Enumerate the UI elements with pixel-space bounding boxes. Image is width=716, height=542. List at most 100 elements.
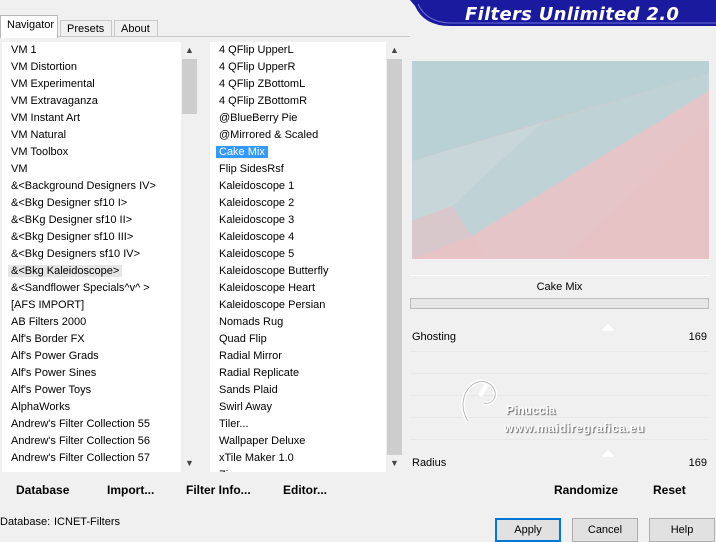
- list-item-label: Kaleidoscope 1: [219, 180, 295, 192]
- list-item-label: Quad Flip: [219, 333, 267, 345]
- tab-about[interactable]: About: [114, 20, 158, 37]
- preview-image[interactable]: [412, 61, 709, 259]
- list-item[interactable]: @BlueBerry Pie: [210, 110, 386, 127]
- list-item[interactable]: Nomads Rug: [210, 314, 386, 331]
- list-item[interactable]: Andrew's Filter Collection 56: [2, 433, 181, 450]
- scroll-down-icon[interactable]: ▼: [181, 455, 198, 472]
- list-item[interactable]: @Mirrored & Scaled: [210, 127, 386, 144]
- list-item[interactable]: VM Instant Art: [2, 110, 181, 127]
- list-item[interactable]: VM Natural: [2, 127, 181, 144]
- list-item[interactable]: Quad Flip: [210, 331, 386, 348]
- category-scrollbar[interactable]: ▲ ▼: [181, 42, 198, 472]
- status-value: ICNET-Filters: [54, 516, 120, 528]
- list-item[interactable]: VM Toolbox: [2, 144, 181, 161]
- apply-button[interactable]: Apply: [495, 518, 561, 542]
- list-item[interactable]: Alf's Border FX: [2, 331, 181, 348]
- list-item[interactable]: &<Bkg Designers sf10 IV>: [2, 246, 181, 263]
- tab-navigator-label: Navigator: [7, 19, 55, 31]
- list-item-label: Swirl Away: [219, 401, 272, 413]
- randomize-button[interactable]: Randomize: [554, 483, 618, 497]
- list-item[interactable]: Swirl Away: [210, 399, 386, 416]
- list-item[interactable]: Kaleidoscope Heart: [210, 280, 386, 297]
- list-item-label: Kaleidoscope Butterfly: [219, 265, 329, 277]
- editor-button[interactable]: Editor...: [283, 483, 327, 497]
- list-item[interactable]: Kaleidoscope 2: [210, 195, 386, 212]
- list-item[interactable]: Cake Mix: [210, 144, 386, 161]
- scroll-up-icon[interactable]: ▲: [386, 42, 403, 59]
- list-item[interactable]: &<Background Designers IV>: [2, 178, 181, 195]
- list-item[interactable]: Tiler...: [210, 416, 386, 433]
- list-item-label: VM 1: [11, 44, 37, 56]
- list-item[interactable]: Andrew's Filter Collection 55: [2, 416, 181, 433]
- list-item-label: Flip SidesRsf: [219, 163, 284, 175]
- list-item[interactable]: &<BKg Designer sf10 II>: [2, 212, 181, 229]
- help-button[interactable]: Help: [649, 518, 715, 542]
- list-item[interactable]: Kaleidoscope 1: [210, 178, 386, 195]
- slider-ghosting[interactable]: Ghosting 169: [410, 324, 709, 346]
- list-item[interactable]: VM Experimental: [2, 76, 181, 93]
- slider-ghosting-label: Ghosting: [412, 331, 457, 343]
- filter-scroll-thumb[interactable]: [387, 59, 402, 455]
- list-item[interactable]: Kaleidoscope 4: [210, 229, 386, 246]
- list-item[interactable]: Wallpaper Deluxe: [210, 433, 386, 450]
- slider-radius[interactable]: Radius 169: [410, 450, 709, 472]
- list-item[interactable]: Andrew's Filter Collection 57: [2, 450, 181, 461]
- list-item[interactable]: AlphaWorks: [2, 399, 181, 416]
- cancel-button[interactable]: Cancel: [572, 518, 638, 542]
- list-item-label: VM Distortion: [11, 61, 78, 73]
- import-button[interactable]: Import...: [107, 483, 154, 497]
- filter-scrollbar[interactable]: ▲ ▼: [386, 42, 403, 472]
- list-item[interactable]: Alf's Power Toys: [2, 382, 181, 399]
- list-item[interactable]: VM Distortion: [2, 59, 181, 76]
- list-item[interactable]: Sands Plaid: [210, 382, 386, 399]
- category-list[interactable]: VM 1 VM Distortion VM Experimental VM Extra…: [2, 42, 198, 472]
- list-item-label: VM Extravaganza: [11, 95, 98, 107]
- scroll-down-icon[interactable]: ▼: [386, 455, 403, 472]
- list-item[interactable]: VM Extravaganza: [2, 93, 181, 110]
- database-button[interactable]: Database: [16, 483, 69, 497]
- list-item-label: &<Background Designers IV>: [11, 180, 156, 192]
- category-scroll-thumb[interactable]: [182, 59, 197, 114]
- slider-thumb[interactable]: [601, 324, 616, 331]
- reset-button[interactable]: Reset: [653, 483, 686, 497]
- apply-button-label: Apply: [514, 524, 542, 536]
- list-item[interactable]: xTile Maker 1.0: [210, 450, 386, 467]
- list-item[interactable]: &<Bkg Kaleidoscope>: [2, 263, 181, 280]
- list-item[interactable]: Alf's Power Grads: [2, 348, 181, 365]
- list-item[interactable]: 4 QFlip ZBottomR: [210, 93, 386, 110]
- filter-list[interactable]: 4 QFlip UpperL 4 QFlip UpperR 4 QFlip ZBot…: [210, 42, 403, 472]
- randomize-button-label: Randomize: [554, 483, 619, 497]
- list-item-label: Tiler...: [219, 418, 249, 430]
- list-item[interactable]: Kaleidoscope 5: [210, 246, 386, 263]
- list-item[interactable]: Radial Mirror: [210, 348, 386, 365]
- slider-thumb[interactable]: [601, 450, 616, 457]
- list-item[interactable]: 4 QFlip UpperL: [210, 42, 386, 59]
- list-item-label: [AFS IMPORT]: [11, 299, 85, 311]
- list-item[interactable]: Alf's Power Sines: [2, 365, 181, 382]
- list-item[interactable]: VM: [2, 161, 181, 178]
- list-item[interactable]: Kaleidoscope 3: [210, 212, 386, 229]
- list-item[interactable]: Kaleidoscope Persian: [210, 297, 386, 314]
- list-item[interactable]: Flip SidesRsf: [210, 161, 386, 178]
- scroll-up-icon[interactable]: ▲: [181, 42, 198, 59]
- list-item[interactable]: Zipper: [210, 467, 386, 472]
- list-item[interactable]: Kaleidoscope Butterfly: [210, 263, 386, 280]
- list-item-label: Alf's Power Grads: [11, 350, 99, 362]
- list-item[interactable]: Radial Replicate: [210, 365, 386, 382]
- list-item[interactable]: &<Bkg Designer sf10 I>: [2, 195, 181, 212]
- list-item[interactable]: AB Filters 2000: [2, 314, 181, 331]
- list-item[interactable]: 4 QFlip ZBottomL: [210, 76, 386, 93]
- list-item-label: Kaleidoscope 5: [219, 248, 295, 260]
- list-item[interactable]: VM 1: [2, 42, 181, 59]
- list-item[interactable]: 4 QFlip UpperR: [210, 59, 386, 76]
- tab-navigator[interactable]: Navigator: [0, 15, 58, 38]
- list-item-label: Sands Plaid: [219, 384, 278, 396]
- app-banner: Filters Unlimited 2.0: [410, 0, 716, 30]
- list-item-label: Radial Mirror: [219, 350, 282, 362]
- filter-info-button[interactable]: Filter Info...: [186, 483, 251, 497]
- list-item[interactable]: [AFS IMPORT]: [2, 297, 181, 314]
- list-item[interactable]: &<Sandflower Specials^v^ >: [2, 280, 181, 297]
- selected-filter-name: Cake Mix: [410, 275, 709, 297]
- list-item[interactable]: &<Bkg Designer sf10 III>: [2, 229, 181, 246]
- tab-presets[interactable]: Presets: [60, 20, 112, 37]
